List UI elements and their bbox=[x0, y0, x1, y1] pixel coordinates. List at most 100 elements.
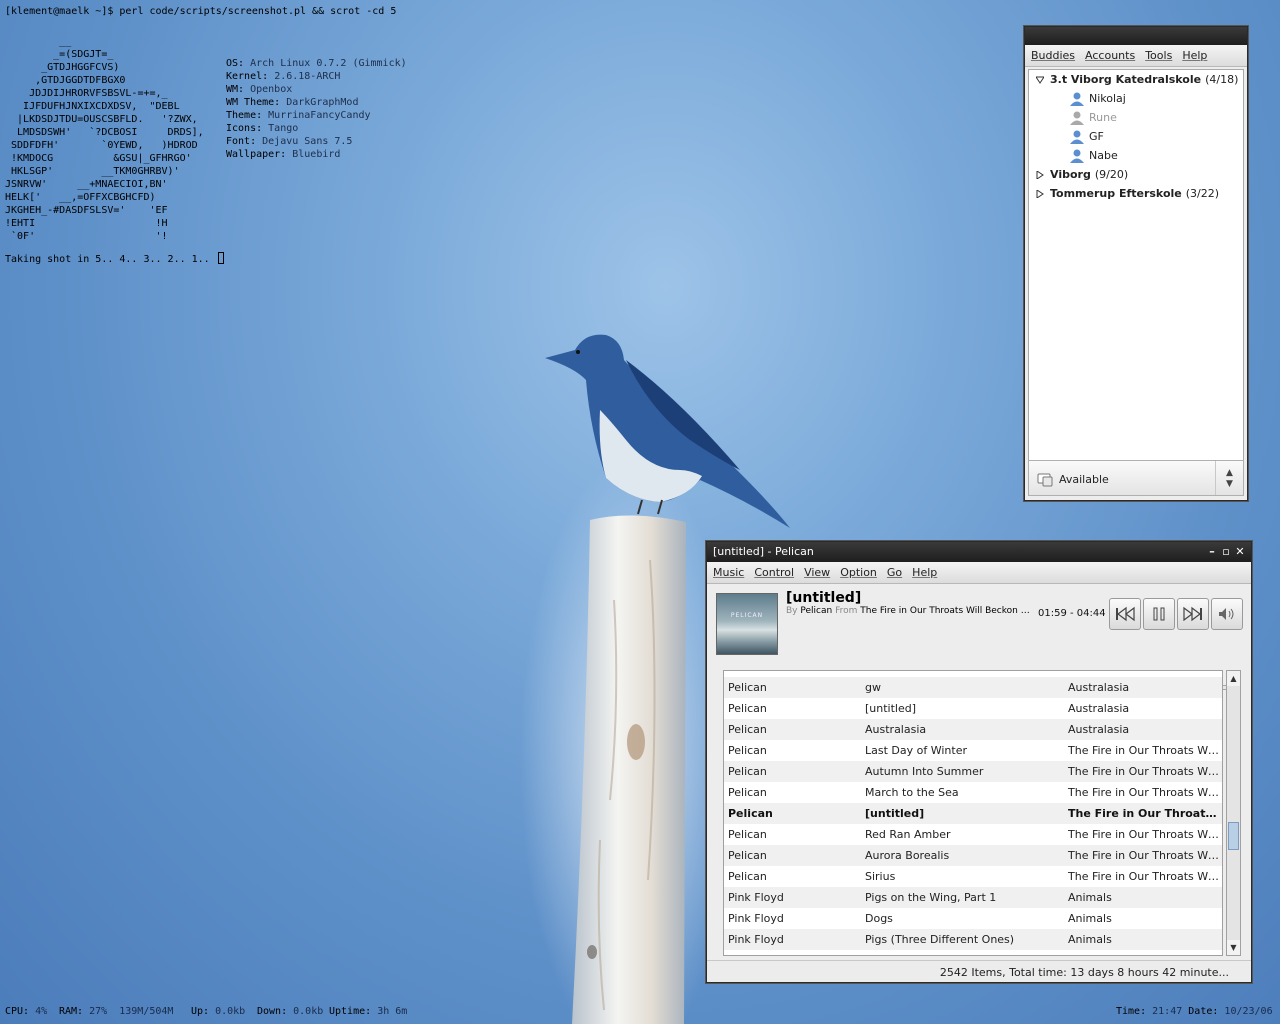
previous-button[interactable] bbox=[1109, 598, 1141, 630]
cpu-readout: CPU: 4% bbox=[5, 1006, 48, 1017]
sysinfo-row: Icons: Tango bbox=[226, 122, 407, 135]
sysinfo-value: Bluebird bbox=[292, 149, 341, 160]
download-readout: Down: 0.0kb bbox=[257, 1006, 324, 1017]
pause-button[interactable] bbox=[1143, 598, 1175, 630]
track-row[interactable]: Pelican Aurora Borealis The Fire in Our Th… bbox=[724, 845, 1222, 866]
track-artist: Pelican bbox=[728, 765, 767, 778]
buddy-group-count: (4/18) bbox=[1205, 73, 1239, 86]
status-selector[interactable]: Available ▲ ▼ bbox=[1028, 460, 1244, 496]
track-row[interactable]: Pelican Sirius The Fire in Our Throats Wil… bbox=[724, 866, 1222, 887]
track-artist: Pelican bbox=[728, 828, 767, 841]
upload-readout: Up: 0.0kb bbox=[191, 1006, 246, 1017]
track-album: The Fire in Our Throats Will B... bbox=[1068, 828, 1221, 841]
next-button[interactable] bbox=[1177, 598, 1209, 630]
track-list-scrollbar[interactable]: ▲ ▼ bbox=[1226, 670, 1241, 956]
terminal-prompt: [klement@maelk ~]$ perl code/scripts/scr… bbox=[5, 6, 397, 17]
sysinfo-label: WM Theme: bbox=[226, 97, 281, 108]
buddy-person-icon bbox=[1070, 92, 1084, 106]
track-album: The Fire in Our Throats Will B... bbox=[1068, 744, 1221, 757]
menu-accounts[interactable]: Accounts bbox=[1085, 49, 1135, 62]
now-playing-meta: By Pelican From The Fire in Our Throats … bbox=[786, 606, 1033, 616]
menu-help[interactable]: Help bbox=[1182, 49, 1207, 62]
uptime-readout: Uptime: 3h 6m bbox=[329, 1006, 408, 1017]
buddy-group-count: (9/20) bbox=[1094, 168, 1129, 181]
track-artist: Pelican bbox=[728, 786, 767, 799]
sysinfo-label: Theme: bbox=[226, 110, 263, 121]
library-summary: 2542 Items, Total time: 13 days 8 hours … bbox=[939, 966, 1229, 979]
buddy-group[interactable]: Tommerup Efterskole (3/22) bbox=[1029, 184, 1243, 203]
track-title: gw bbox=[865, 681, 881, 694]
track-time: 01:59 - 04:44 bbox=[1038, 608, 1106, 619]
player-titlebar[interactable]: [untitled] - Pelican – ▫ ✕ bbox=[707, 542, 1251, 562]
status-dropdown-arrows[interactable]: ▲ ▼ bbox=[1215, 461, 1243, 495]
expander-collapsed-icon[interactable] bbox=[1036, 170, 1044, 179]
track-row[interactable]: Pelican gw Australasia bbox=[724, 677, 1222, 698]
menu-tools[interactable]: Tools bbox=[1145, 49, 1172, 62]
track-artist: Pelican bbox=[728, 681, 767, 694]
menu-help[interactable]: Help bbox=[912, 566, 937, 579]
track-row[interactable]: Pink Floyd Dogs Animals bbox=[724, 908, 1222, 929]
minimize-icon[interactable]: – bbox=[1205, 542, 1219, 562]
buddy-item[interactable]: Rune bbox=[1029, 108, 1243, 127]
track-title: Pigs on the Wing, Part 1 bbox=[865, 891, 997, 904]
pause-icon bbox=[1153, 607, 1165, 621]
track-row[interactable]: Pink Floyd Pigs (Three Different Ones) Ani… bbox=[724, 929, 1222, 950]
sysinfo-value: Openbox bbox=[250, 84, 293, 95]
by-label: By bbox=[786, 606, 798, 616]
menu-control[interactable]: Control bbox=[754, 566, 794, 579]
buddy-group[interactable]: Viborg (9/20) bbox=[1029, 165, 1243, 184]
status-available-icon bbox=[1037, 473, 1053, 487]
track-artist: Pelican bbox=[728, 744, 767, 757]
sysinfo-label: Font: bbox=[226, 136, 257, 147]
buddy-group-count: (3/22) bbox=[1185, 187, 1220, 200]
sysinfo-label: Icons: bbox=[226, 123, 263, 134]
buddy-group-name: 3.t Viborg Katedralskole bbox=[1050, 73, 1202, 86]
buddy-person-icon bbox=[1070, 111, 1084, 125]
countdown-line: Taking shot in 5.. 4.. 3.. 2.. 1.. bbox=[5, 252, 224, 265]
sysinfo-row: WM Theme: DarkGraphMod bbox=[226, 96, 407, 109]
scroll-up-icon[interactable]: ▲ bbox=[1227, 671, 1240, 686]
track-row[interactable]: Pelican [untitled] Australasia bbox=[724, 698, 1222, 719]
buddy-person-icon bbox=[1070, 130, 1084, 144]
track-album: The Fire in Our Throats Will B... bbox=[1068, 849, 1221, 862]
track-album: The Fire in Our Throats Will B... bbox=[1068, 765, 1221, 778]
buddy-list-titlebar[interactable] bbox=[1025, 27, 1247, 45]
album-cover-text: PELICAN bbox=[730, 612, 764, 619]
menu-music[interactable]: Music bbox=[713, 566, 744, 579]
arch-ascii-logo: __ _=(SDGJT=_ _GTDJHGGFCVS) ,GTDJGGDTDFB… bbox=[5, 36, 204, 242]
buddy-item[interactable]: Nikolaj bbox=[1029, 89, 1243, 108]
track-title: Sirius bbox=[865, 870, 896, 883]
buddy-group[interactable]: 3.t Viborg Katedralskole (4/18) bbox=[1029, 70, 1243, 89]
track-row[interactable]: Pelican Red Ran Amber The Fire in Our Thro… bbox=[724, 824, 1222, 845]
track-album: The Fire in Our Throats Will B... bbox=[1068, 786, 1221, 799]
track-artist: Pelican bbox=[728, 702, 767, 715]
previous-icon bbox=[1116, 606, 1135, 622]
track-row[interactable]: Pelican Autumn Into Summer The Fire in Our… bbox=[724, 761, 1222, 782]
close-icon[interactable]: ✕ bbox=[1233, 542, 1247, 562]
menu-go[interactable]: Go bbox=[887, 566, 902, 579]
track-list: Pelican gw Australasia Pelican [untitled] Aus… bbox=[723, 670, 1223, 956]
track-row-playing[interactable]: Pelican [untitled] The Fire in Our Throats… bbox=[724, 803, 1222, 824]
track-title: March to the Sea bbox=[865, 786, 959, 799]
track-row[interactable]: Pelican March to the Sea The Fire in Our T… bbox=[724, 782, 1222, 803]
buddy-item[interactable]: GF bbox=[1029, 127, 1243, 146]
menu-buddies[interactable]: Buddies bbox=[1031, 49, 1075, 62]
menu-option[interactable]: Option bbox=[840, 566, 877, 579]
scroll-down-icon[interactable]: ▼ bbox=[1227, 940, 1240, 955]
track-row[interactable]: Pelican Last Day of Winter The Fire in Our… bbox=[724, 740, 1222, 761]
track-row[interactable]: Pelican Australasia Australasia bbox=[724, 719, 1222, 740]
now-playing-panel: PELICAN [untitled] By Pelican From The F… bbox=[707, 584, 1251, 694]
volume-button[interactable] bbox=[1211, 598, 1243, 630]
track-title: Australasia bbox=[865, 723, 927, 736]
scroll-thumb[interactable] bbox=[1228, 821, 1239, 850]
track-row[interactable]: Pink Floyd Pigs on the Wing, Part 1 Animal… bbox=[724, 887, 1222, 908]
menu-view[interactable]: View bbox=[804, 566, 830, 579]
expander-expanded-icon[interactable] bbox=[1036, 76, 1044, 84]
buddy-item[interactable]: Nabe bbox=[1029, 146, 1243, 165]
volume-icon bbox=[1219, 608, 1234, 620]
track-album: The Fire in Our Throats ... bbox=[1068, 807, 1221, 820]
expander-collapsed-icon[interactable] bbox=[1036, 189, 1044, 198]
maximize-icon[interactable]: ▫ bbox=[1219, 542, 1233, 562]
buddy-group-name: Viborg bbox=[1050, 168, 1091, 181]
sysinfo-label: WM: bbox=[226, 84, 245, 95]
